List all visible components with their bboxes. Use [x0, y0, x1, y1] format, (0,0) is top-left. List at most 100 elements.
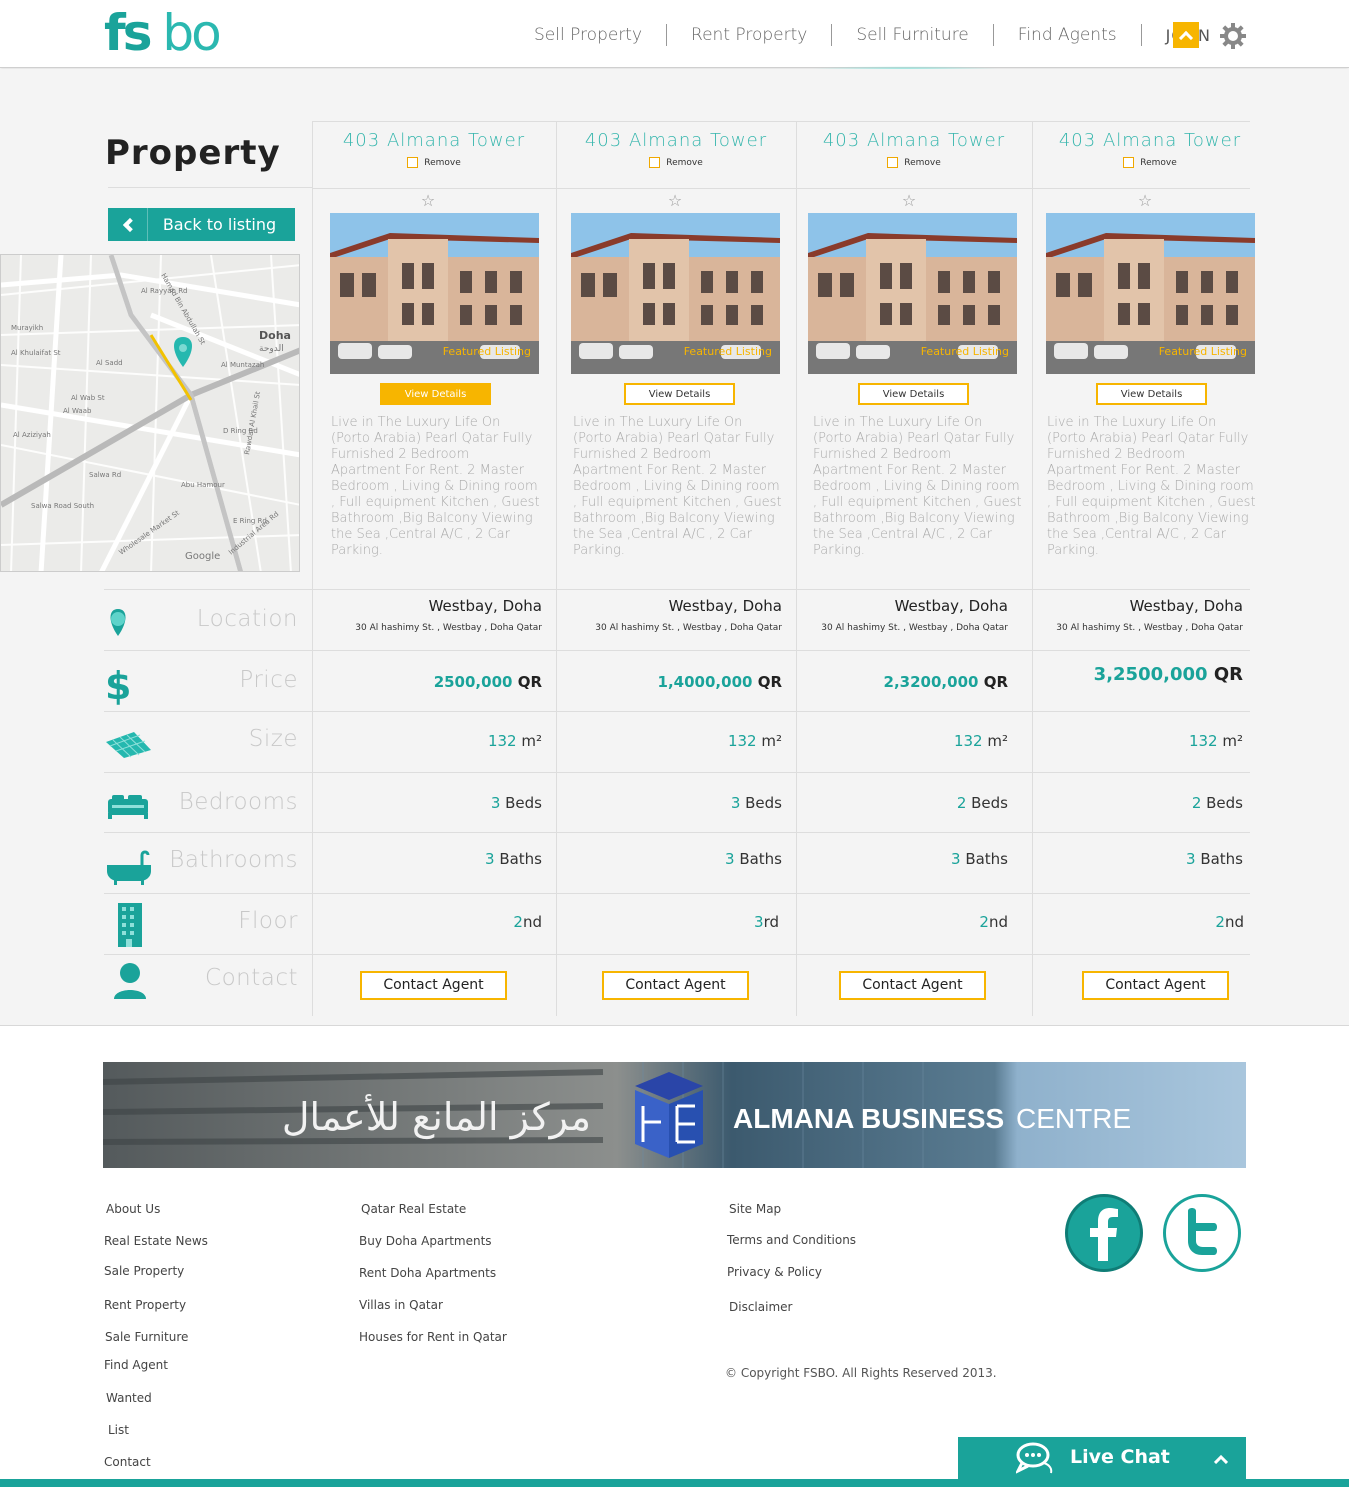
footer-link[interactable]: List — [108, 1423, 129, 1437]
footer-link[interactable]: Villas in Qatar — [359, 1298, 443, 1312]
floor-cell: 3rd — [549, 913, 779, 931]
footer-link[interactable]: Sale Property — [104, 1264, 184, 1278]
beds-label: Beds — [505, 794, 542, 812]
star-icon[interactable]: ☆ — [1137, 193, 1153, 209]
gear-icon[interactable] — [1219, 22, 1247, 50]
property-photo[interactable]: Featured Listing — [808, 213, 1017, 374]
copyright-text: © Copyright FSBO. All Rights Reserved 20… — [725, 1366, 997, 1380]
address-value: 30 Al hashimy St. , Westbay , Doha Qatar — [355, 623, 542, 633]
view-details-button[interactable]: View Details — [624, 383, 735, 405]
bedrooms-cell: 3 Beds — [312, 794, 542, 812]
contact-agent-button[interactable]: Contact Agent — [602, 971, 749, 1000]
nav-find-agents[interactable]: Find Agents — [994, 24, 1142, 46]
checkbox-icon[interactable] — [407, 157, 419, 168]
footer-link[interactable]: Site Map — [729, 1202, 781, 1216]
baths-value: 3 — [484, 850, 495, 868]
location-value: Westbay, Doha — [1129, 597, 1243, 615]
nav-sell-furniture[interactable]: Sell Furniture — [832, 24, 994, 46]
divider — [312, 121, 1250, 122]
contact-agent-button[interactable]: Contact Agent — [360, 971, 507, 1000]
nav-sell-property[interactable]: Sell Property — [510, 24, 668, 46]
location-cell: Westbay, Doha 30 Al hashimy St. , Westba… — [552, 597, 782, 633]
star-icon[interactable]: ☆ — [901, 193, 917, 209]
divider — [312, 121, 313, 1016]
footer-link[interactable]: Contact — [104, 1455, 151, 1469]
remove-label: Remove — [424, 157, 461, 168]
twitter-icon[interactable] — [1163, 1194, 1241, 1272]
property-photo[interactable]: Featured Listing — [571, 213, 780, 374]
property-title[interactable]: 403 Almana Tower — [796, 130, 1032, 151]
view-details-button[interactable]: View Details — [1096, 383, 1207, 405]
row-label-text: Bathrooms — [169, 847, 298, 873]
footer-link[interactable]: Terms and Conditions — [727, 1233, 856, 1247]
footer-link[interactable]: Wanted — [106, 1391, 152, 1405]
address-value: 30 Al hashimy St. , Westbay , Doha Qatar — [595, 623, 782, 633]
row-label-text: Contact — [205, 965, 298, 991]
footer-link[interactable]: Houses for Rent in Qatar — [359, 1330, 507, 1344]
location-cell: Westbay, Doha 30 Al hashimy St. , Westba… — [312, 597, 542, 633]
footer-link[interactable]: About Us — [106, 1202, 160, 1216]
user-icon — [114, 963, 146, 999]
view-details-button[interactable]: View Details — [858, 383, 969, 405]
footer-link[interactable]: Qatar Real Estate — [361, 1202, 466, 1216]
price-cell: 1,4000,000 QR — [552, 673, 782, 691]
footer-link[interactable]: Disclaimer — [729, 1300, 792, 1314]
property-title[interactable]: 403 Almana Tower — [1032, 130, 1268, 151]
property-title[interactable]: 403 Almana Tower — [312, 130, 556, 151]
bedrooms-cell: 3 Beds — [552, 794, 782, 812]
floor-value: 2 — [979, 913, 989, 931]
star-icon[interactable]: ☆ — [420, 193, 436, 209]
checkbox-icon[interactable] — [649, 157, 661, 168]
row-price: $ Price — [104, 651, 304, 711]
remove-label: Remove — [1140, 157, 1177, 168]
contact-agent-button[interactable]: Contact Agent — [839, 971, 986, 1000]
property-title[interactable]: 403 Almana Tower — [556, 130, 796, 151]
property-column-header: 403 Almana Tower Remove — [312, 130, 556, 168]
remove-checkbox[interactable]: Remove — [312, 157, 556, 168]
property-column-header: 403 Almana Tower Remove — [796, 130, 1032, 168]
view-details-button[interactable]: View Details — [380, 383, 491, 405]
footer-link[interactable]: Rent Doha Apartments — [359, 1266, 496, 1280]
chevron-up-icon[interactable] — [1173, 22, 1199, 48]
facebook-icon[interactable] — [1065, 1194, 1143, 1272]
remove-checkbox[interactable]: Remove — [1032, 157, 1268, 168]
twitter-glyph — [1188, 1208, 1217, 1255]
banner-name-light: CENTRE — [1016, 1103, 1131, 1134]
back-to-listing-button[interactable]: Back to listing — [108, 208, 295, 241]
map-label: Al Waab — [63, 407, 92, 415]
map-label: Salwa Road South — [31, 502, 94, 510]
footer-link[interactable]: Find Agent — [104, 1358, 168, 1372]
star-icon[interactable]: ☆ — [667, 193, 683, 209]
divider — [556, 121, 557, 1016]
price-value: 3,2500,000 — [1093, 664, 1208, 685]
checkbox-icon[interactable] — [1123, 157, 1135, 168]
bathrooms-cell: 3 Baths — [552, 850, 782, 868]
building-icon — [118, 903, 142, 947]
footer-link[interactable]: Rent Property — [104, 1298, 186, 1312]
property-photo[interactable]: Featured Listing — [330, 213, 539, 374]
checkbox-icon[interactable] — [887, 157, 899, 168]
map-label: Salwa Rd — [89, 471, 121, 479]
live-chat-button[interactable]: Live Chat — [958, 1437, 1246, 1479]
property-photo[interactable]: Featured Listing — [1046, 213, 1255, 374]
nav-rent-property[interactable]: Rent Property — [667, 24, 833, 46]
beds-label: Beds — [745, 794, 782, 812]
footer-link[interactable]: Real Estate News — [104, 1234, 208, 1248]
banner-graphic: مركز المانع للأعمال ALMANA BUSINESS CENT… — [103, 1062, 1246, 1168]
footer-link[interactable]: Sale Furniture — [105, 1330, 188, 1344]
location-value: Westbay, Doha — [668, 597, 782, 615]
divider — [312, 188, 1250, 189]
almana-banner[interactable]: مركز المانع للأعمال ALMANA BUSINESS CENT… — [103, 1062, 1246, 1168]
size-unit: m² — [987, 732, 1008, 750]
contact-agent-button[interactable]: Contact Agent — [1082, 971, 1229, 1000]
remove-checkbox[interactable]: Remove — [556, 157, 796, 168]
remove-checkbox[interactable]: Remove — [796, 157, 1032, 168]
footer-link[interactable]: Buy Doha Apartments — [359, 1234, 492, 1248]
beds-label: Beds — [1206, 794, 1243, 812]
footer-link[interactable]: Privacy & Policy — [727, 1265, 822, 1279]
footer-bar — [0, 1479, 1349, 1487]
row-label-text: Bedrooms — [178, 789, 298, 815]
fsbo-logo[interactable]: fs bo — [104, 6, 222, 60]
location-map[interactable]: Al Rayyan Rd Murayikh Al Khulaifat St Al… — [0, 254, 300, 572]
main-nav: Sell Property Rent Property Sell Furnitu… — [510, 20, 1231, 50]
